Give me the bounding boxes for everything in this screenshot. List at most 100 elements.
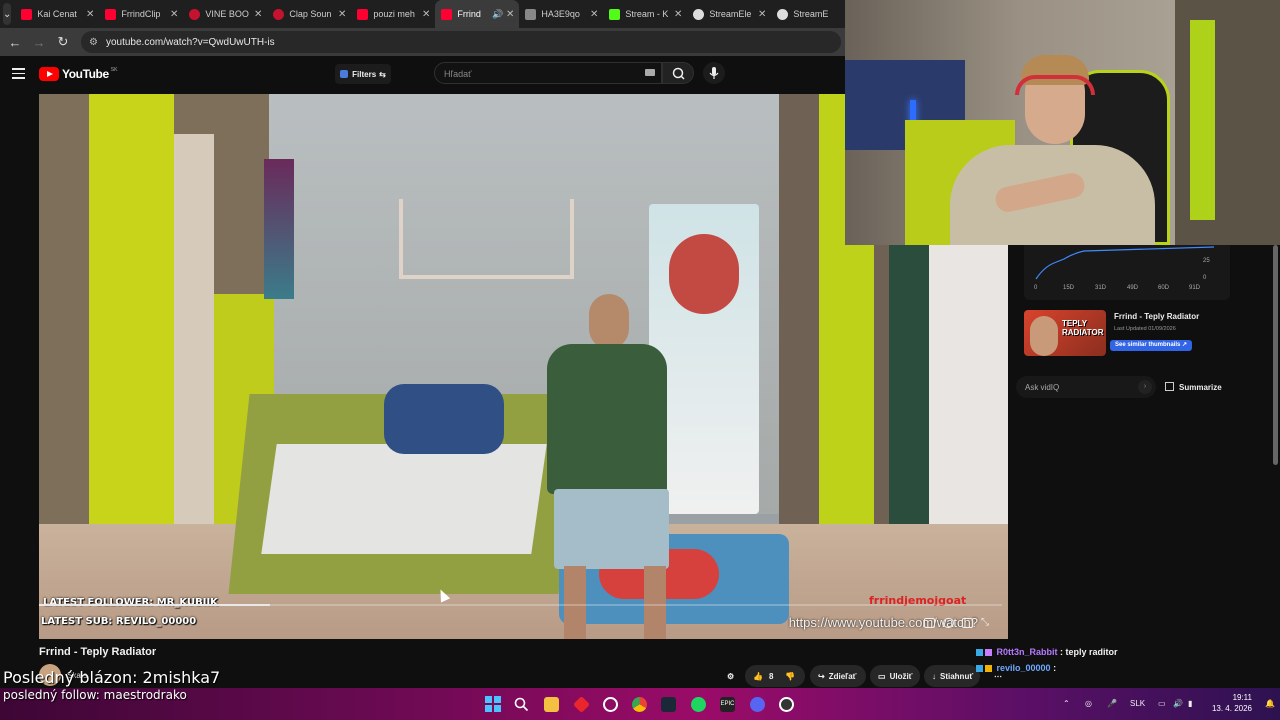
windows-taskbar: EPIC ⌃ ◎ 🎤 SLK ▭ 🔊 ▮ 19:11 13. 4. 2026 🔔: [0, 688, 1280, 720]
save-button[interactable]: ▭ Uložiť: [870, 665, 920, 687]
graph-tick: 15D: [1063, 285, 1075, 291]
steam-icon[interactable]: [661, 697, 676, 712]
browser-tab[interactable]: FrrindClip ✕: [99, 0, 183, 28]
browser-tab[interactable]: Kai Cenat ✕: [15, 0, 99, 28]
country-code: SK: [110, 67, 118, 73]
browser-tab[interactable]: Clap Soun ✕: [267, 0, 351, 28]
voice-search-button[interactable]: [703, 62, 725, 84]
video-frame-sheet: [261, 444, 547, 554]
tab-title: FrrindClip: [121, 9, 161, 19]
youtube-favicon-icon: [105, 8, 117, 20]
video-progress-bar[interactable]: [39, 604, 1002, 606]
audio-playing-icon[interactable]: 🔊: [492, 9, 503, 20]
close-tab-icon[interactable]: ✕: [422, 9, 430, 20]
input-language[interactable]: SLK: [1130, 699, 1145, 708]
network-icon[interactable]: ▭: [1158, 699, 1166, 708]
download-label: Stiahnuť: [940, 671, 974, 681]
video-title: Frrind - Teply Radiator: [39, 646, 157, 658]
chat-badge-icon: [976, 665, 983, 672]
filters-button[interactable]: Filters ⇆: [335, 64, 391, 84]
download-button[interactable]: ↓ Stiahnuť: [924, 665, 980, 687]
tray-mic-icon[interactable]: 🎤: [1107, 699, 1117, 708]
browser-tab[interactable]: pouzi meh ✕: [351, 0, 435, 28]
like-count: 8: [768, 671, 774, 681]
close-tab-icon[interactable]: ✕: [506, 9, 514, 20]
system-clock[interactable]: 19:11 13. 4. 2026: [1204, 692, 1252, 714]
close-tab-icon[interactable]: ✕: [170, 9, 178, 20]
fullscreen-icon[interactable]: ⤡: [981, 618, 992, 628]
graph-y-tick: 25: [1203, 258, 1210, 264]
spotify-icon[interactable]: [691, 697, 706, 712]
battery-icon[interactable]: ▮: [1188, 699, 1192, 708]
close-tab-icon[interactable]: ✕: [338, 9, 346, 20]
youtube-header: YouTube SK Filters ⇆ Hľadať: [0, 56, 845, 92]
address-bar-row: ← → ↻ ⚙ youtube.com/watch?v=QwdUwUTH-is: [0, 28, 845, 56]
close-tab-icon[interactable]: ✕: [674, 9, 682, 20]
tab-title: StreamEle: [709, 9, 752, 19]
epic-games-icon[interactable]: EPIC: [720, 697, 735, 712]
discord-icon[interactable]: [750, 697, 765, 712]
close-tab-icon[interactable]: ✕: [590, 9, 598, 20]
reload-icon[interactable]: ↻: [51, 34, 75, 50]
browser-tab[interactable]: StreamE: [771, 0, 845, 28]
browser-tab[interactable]: Stream - K ✕: [603, 0, 687, 28]
obs-icon[interactable]: [603, 697, 618, 712]
thumbnail-updated: Last Updated 01/09/2026: [1114, 326, 1176, 332]
chat-text: :: [1053, 663, 1057, 673]
app-icon[interactable]: [779, 697, 794, 712]
search-input[interactable]: Hľadať: [434, 62, 662, 84]
menu-icon[interactable]: [12, 68, 25, 82]
volume-icon[interactable]: 🔊: [1173, 699, 1183, 708]
clock-date: 13. 4. 2026: [1211, 704, 1252, 713]
filters-label: Filters: [352, 69, 377, 79]
tab-title: StreamE: [793, 9, 829, 19]
scrollbar-thumb[interactable]: [1273, 245, 1278, 465]
chrome-icon[interactable]: [632, 697, 647, 712]
logo-text: YouTube: [62, 67, 109, 81]
close-tab-icon[interactable]: ✕: [758, 9, 766, 20]
back-icon[interactable]: ←: [3, 35, 27, 50]
app-icon[interactable]: [573, 696, 590, 713]
chat-message: revilo_00000 :: [976, 663, 1056, 673]
close-tab-icon[interactable]: ✕: [254, 9, 262, 20]
tray-app-icon[interactable]: ◎: [1085, 699, 1092, 708]
taskbar-search-icon[interactable]: [514, 697, 529, 712]
youtube-logo[interactable]: YouTube SK: [39, 67, 117, 81]
vidiq-side-panel: 0 15D 31D 49D 60D 91D 25 0 TEPLY RADIATO…: [1008, 245, 1272, 688]
miniplayer-icon[interactable]: [962, 618, 973, 628]
thumbnail-card: TEPLY RADIATOR Frrind - Teply Radiator L…: [1024, 307, 1230, 362]
browser-tab-active[interactable]: Frrind 🔊 ✕: [435, 0, 520, 28]
summarize-button[interactable]: Summarize: [1165, 382, 1222, 392]
kick-favicon-icon: [609, 8, 621, 20]
keyboard-icon[interactable]: [645, 69, 655, 76]
share-button[interactable]: ↪ Zdieľať: [810, 665, 866, 687]
settings-icon[interactable]: [943, 618, 954, 628]
site-info-icon[interactable]: ⚙: [89, 37, 98, 48]
search-button[interactable]: [662, 62, 694, 84]
subtitles-icon[interactable]: [924, 618, 935, 628]
send-icon[interactable]: ›: [1138, 380, 1152, 394]
similar-thumbnails-button[interactable]: See similar thumbnails ↗: [1110, 340, 1193, 351]
youtube-favicon-icon: [357, 8, 369, 20]
ask-vidiq-input[interactable]: Ask vidIQ ›: [1016, 376, 1156, 398]
url-field[interactable]: ⚙ youtube.com/watch?v=QwdUwUTH-is: [81, 31, 841, 53]
graph-tick: 60D: [1158, 285, 1170, 291]
file-explorer-icon[interactable]: [544, 697, 559, 712]
close-tab-icon[interactable]: ✕: [86, 9, 94, 20]
site-favicon-icon: [189, 8, 201, 20]
browser-tab[interactable]: StreamEle ✕: [687, 0, 771, 28]
show-hidden-icons[interactable]: ⌃: [1063, 699, 1070, 708]
page-scrollbar[interactable]: [1271, 245, 1280, 688]
tab-search-icon[interactable]: ⌄: [3, 3, 12, 25]
like-icon[interactable]: 👍: [753, 672, 763, 681]
video-frame-pillow: [384, 384, 504, 454]
video-thumbnail[interactable]: TEPLY RADIATOR: [1024, 310, 1106, 356]
start-button-icon[interactable]: [485, 696, 501, 712]
browser-tab[interactable]: HA3E9qo ✕: [519, 0, 603, 28]
video-progress-fill: [39, 604, 271, 606]
notifications-icon[interactable]: 🔔: [1265, 699, 1275, 708]
forward-icon[interactable]: →: [27, 35, 51, 50]
dislike-icon[interactable]: 👎: [785, 672, 795, 681]
vidiq-gear-icon[interactable]: ⚙: [727, 665, 741, 687]
browser-tab[interactable]: VINE BOO ✕: [183, 0, 267, 28]
